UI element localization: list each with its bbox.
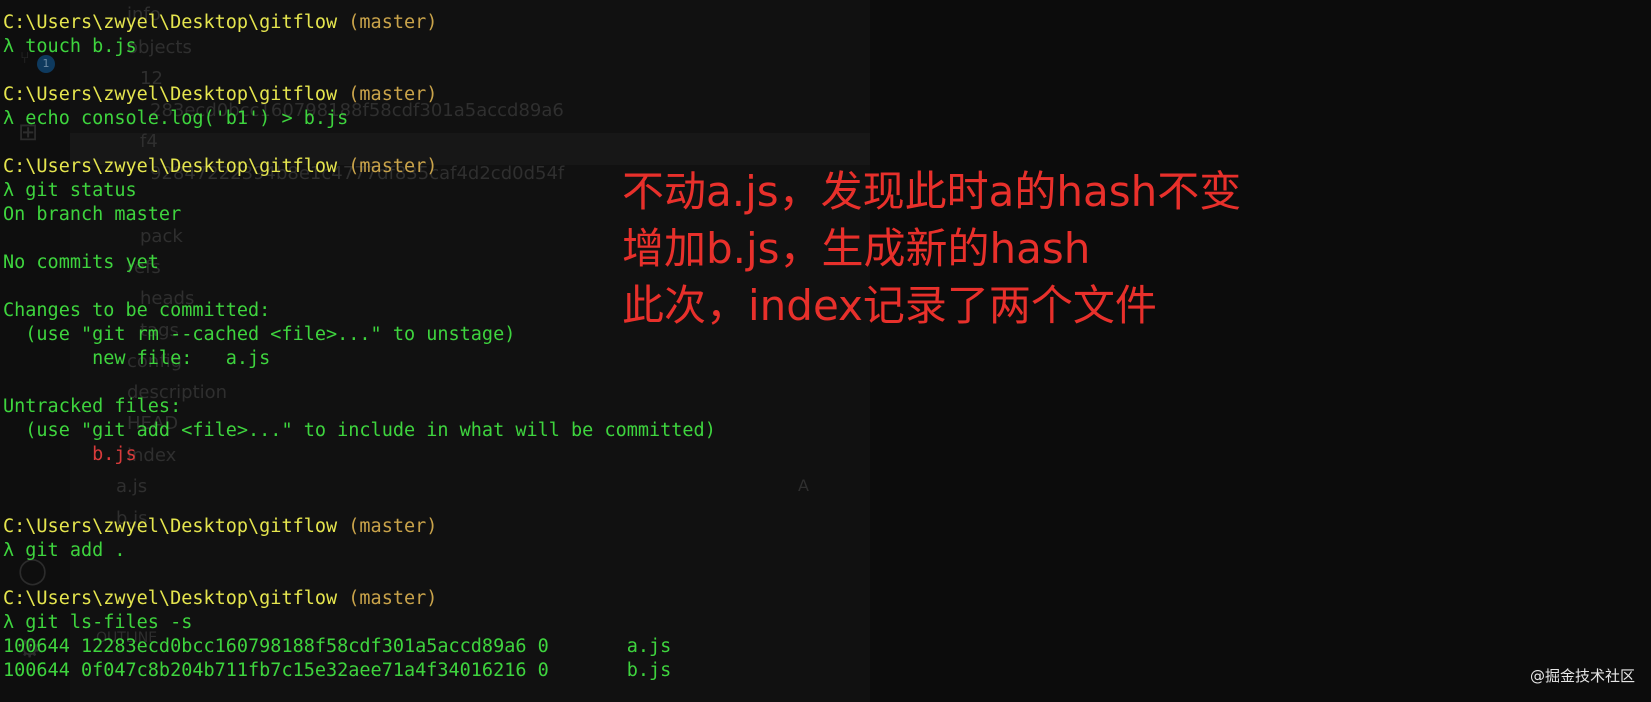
prompt-line: C:\Users\zwyel\Desktop\gitflow (master) [3, 11, 1603, 35]
terminal-output: C:\Users\zwyel\Desktop\gitflow (master) λ… [3, 11, 1603, 683]
prompt-branch: (master) [348, 12, 438, 33]
prompt-line: C:\Users\zwyel\Desktop\gitflow (master) [3, 83, 1603, 107]
output-line: On branch master [3, 204, 182, 225]
command-line: λ git add . [3, 540, 126, 561]
output-line: (use "git rm --cached <file>..." to unst… [3, 324, 516, 345]
terminal-line: λ touch b.js [3, 35, 1603, 59]
command-line: λ git status [3, 180, 137, 201]
annotation-line: 不动a.js，发现此时a的hash不变 [622, 167, 1242, 216]
terminal-line: λ git ls-files -s [3, 611, 1603, 635]
prompt-path: C:\Users\zwyel\Desktop\gitflow [3, 12, 338, 33]
output-line: No commits yet [3, 252, 159, 273]
prompt-path: C:\Users\zwyel\Desktop\gitflow [3, 588, 338, 609]
command-line: λ echo console.log('b1') > b.js [3, 108, 349, 129]
terminal-line: new file: a.js [3, 347, 1603, 371]
prompt-branch: (master) [348, 516, 438, 537]
prompt-path: C:\Users\zwyel\Desktop\gitflow [3, 156, 338, 177]
annotation-line: 此次，index记录了两个文件 [622, 281, 1157, 330]
output-line: 100644 0f047c8b204b711fb7c15e32aee71a4f3… [3, 660, 672, 681]
terminal-line: λ git add . [3, 539, 1603, 563]
terminal-line: λ echo console.log('b1') > b.js [3, 107, 1603, 131]
terminal-line: (use "git add <file>..." to include in w… [3, 419, 1603, 443]
prompt-line: C:\Users\zwyel\Desktop\gitflow (master) [3, 515, 1603, 539]
annotation-text: 不动a.js，发现此时a的hash不变 增加b.js，生成新的hash 此次，i… [622, 163, 1241, 334]
output-line: 100644 12283ecd0bcc160798188f58cdf301a5a… [3, 636, 672, 657]
prompt-branch: (master) [348, 156, 438, 177]
untracked-file: b.js [3, 444, 137, 465]
watermark: @掘金技术社区 [1529, 667, 1635, 685]
output-line: (use "git add <file>..." to include in w… [3, 420, 716, 441]
terminal-line: 100644 0f047c8b204b711fb7c15e32aee71a4f3… [3, 659, 1603, 683]
prompt-branch: (master) [348, 84, 438, 105]
output-line: Untracked files: [3, 396, 182, 417]
annotation-line: 增加b.js，生成新的hash [622, 224, 1091, 273]
output-line: Changes to be committed: [3, 300, 271, 321]
prompt-path: C:\Users\zwyel\Desktop\gitflow [3, 516, 338, 537]
prompt-path: C:\Users\zwyel\Desktop\gitflow [3, 84, 338, 105]
output-line: new file: a.js [3, 348, 271, 369]
terminal-line: Untracked files: [3, 395, 1603, 419]
terminal-line: b.js [3, 443, 1603, 467]
command-line: λ touch b.js [3, 36, 137, 57]
prompt-line: C:\Users\zwyel\Desktop\gitflow (master) [3, 587, 1603, 611]
prompt-branch: (master) [348, 588, 438, 609]
command-line: λ git ls-files -s [3, 612, 193, 633]
terminal-line: 100644 12283ecd0bcc160798188f58cdf301a5a… [3, 635, 1603, 659]
